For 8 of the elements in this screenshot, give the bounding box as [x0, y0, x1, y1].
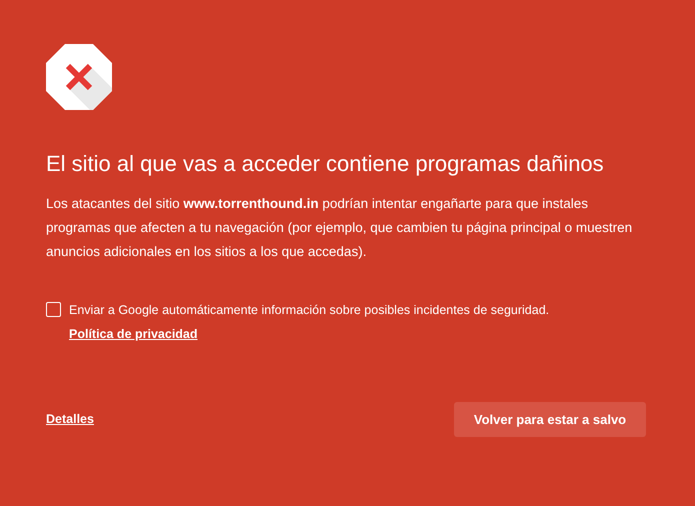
- privacy-link[interactable]: Política de privacidad: [69, 327, 198, 341]
- warning-description: Los atacantes del sitio www.torrenthound.in podrían intentar engañarte para que instales programas que afecten a tu navegación (por ejemplo, que cambien tu página principal o muestren anuncios adicionales en los sitios a los que accedas).: [46, 195, 634, 261]
- error-icon: [46, 44, 112, 110]
- back-to-safety-button[interactable]: Volver para estar a salvo: [454, 402, 646, 437]
- report-label: Enviar a Google automáticamente información sobre posibles incidentes de seguridad.: [69, 303, 550, 317]
- details-link[interactable]: Detalles: [46, 410, 94, 429]
- warning-heading: El sitio al que vas a acceder contiene programas dañinos: [46, 150, 605, 178]
- report-checkbox[interactable]: [46, 302, 61, 317]
